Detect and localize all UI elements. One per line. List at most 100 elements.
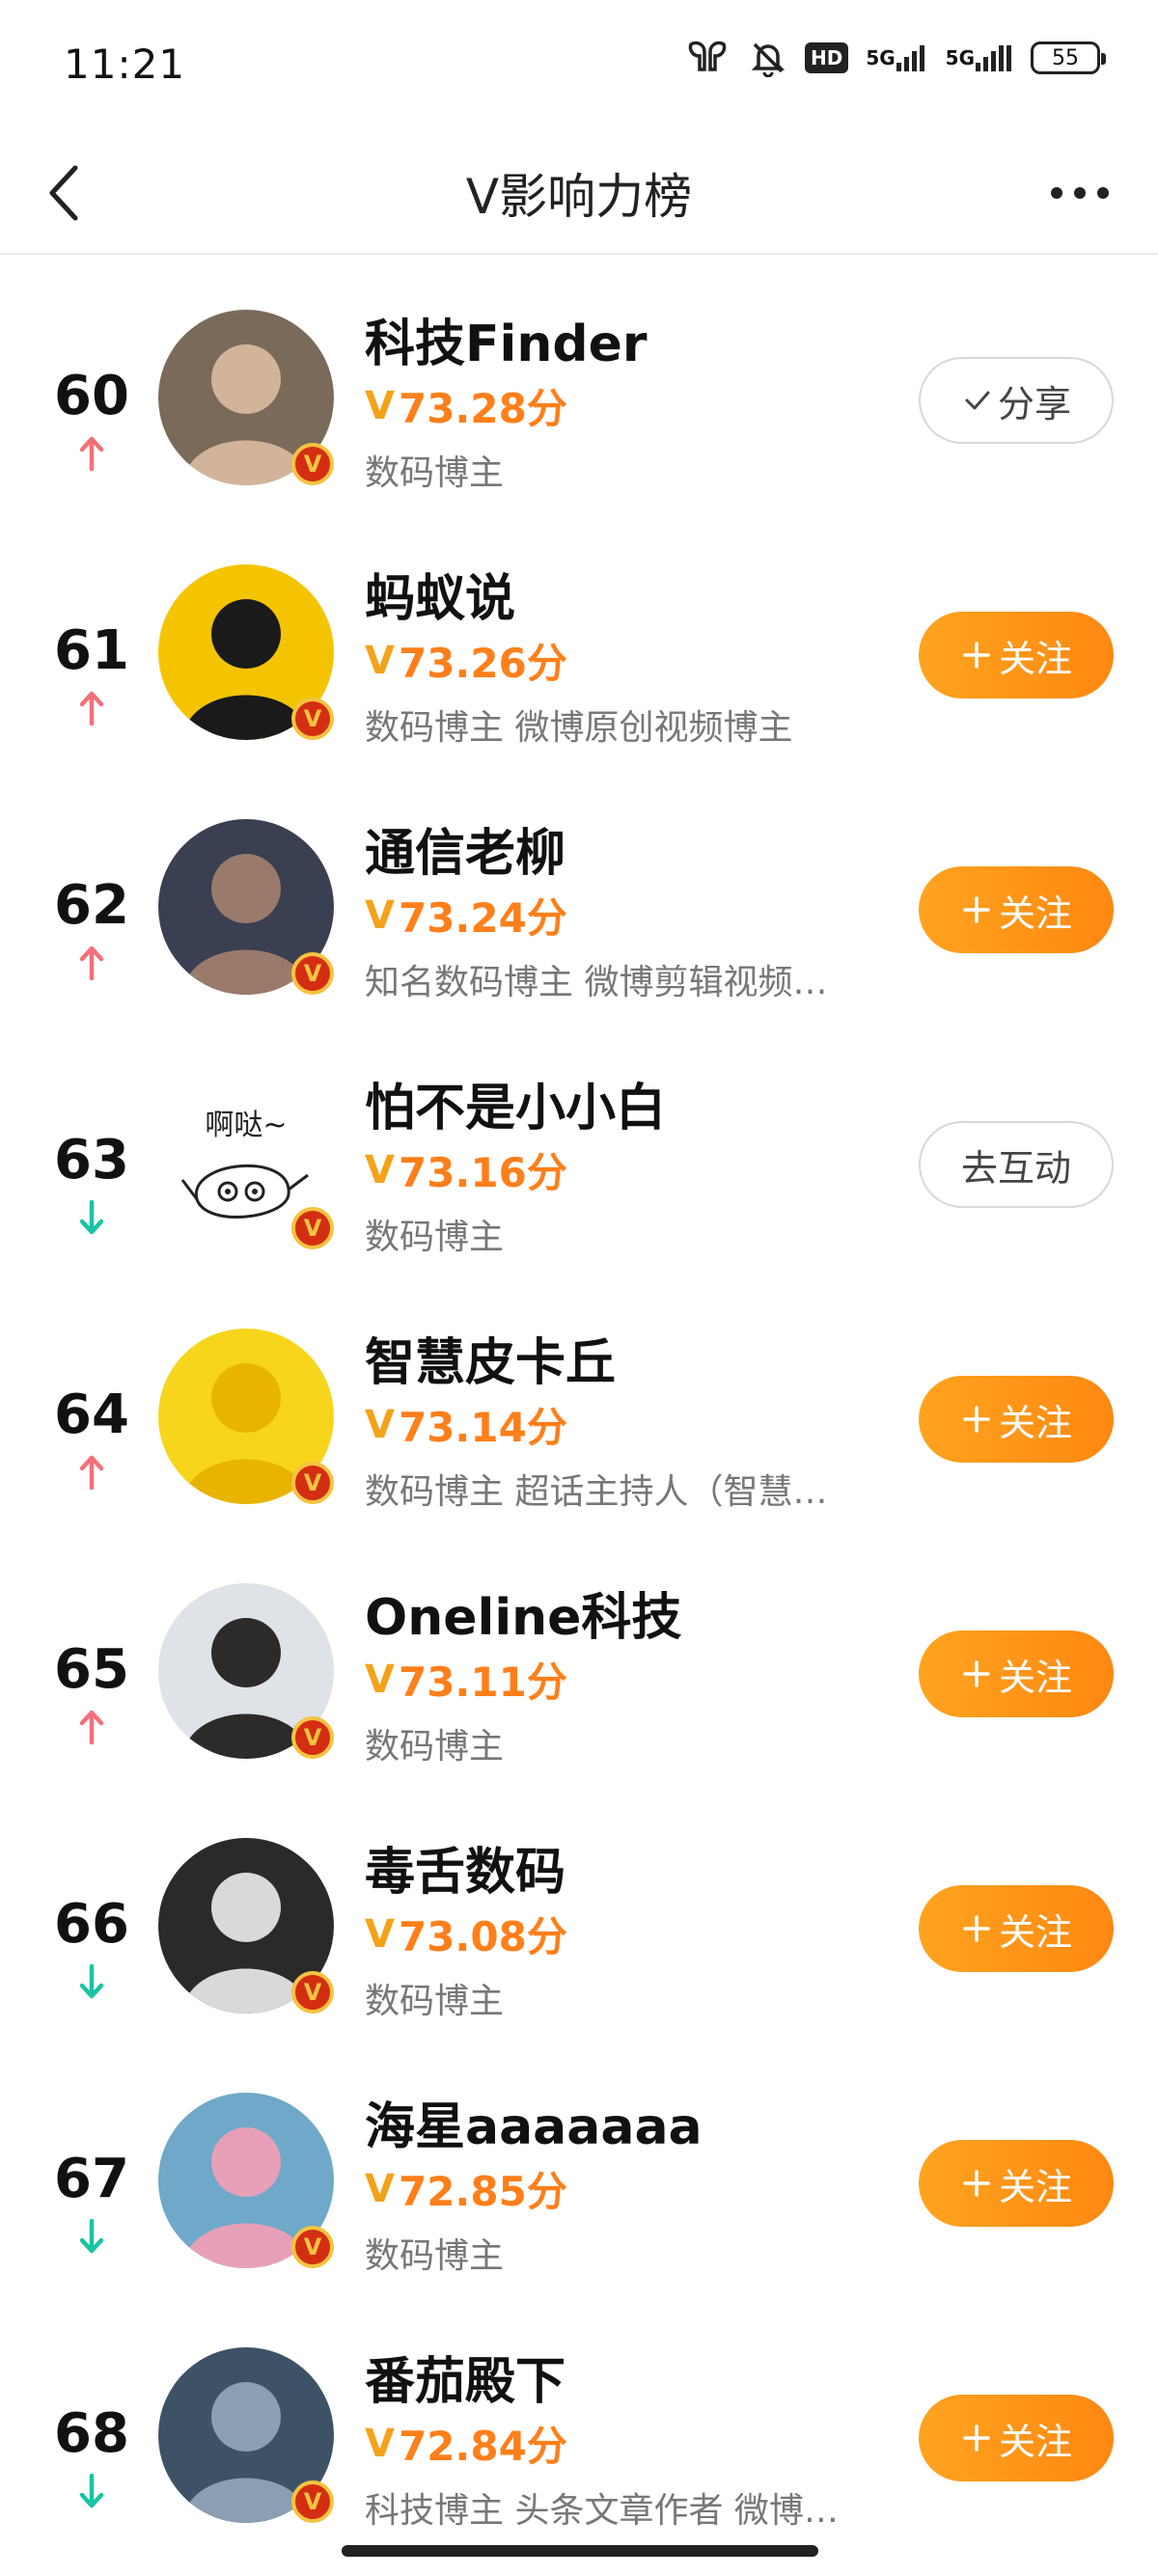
signal-5g-icon: 5G — [946, 43, 1013, 72]
user-name[interactable]: 番茄殿下 — [365, 2341, 565, 2413]
follow-button[interactable]: 关注 — [919, 1631, 1114, 1717]
user-name[interactable]: Oneline科技 — [365, 1576, 681, 1649]
rank-number: 68 — [54, 2402, 129, 2465]
battery-indicator: 55 — [1031, 41, 1106, 74]
v-score-icon: V — [365, 2421, 395, 2466]
list-item[interactable]: 65 V Oneline科技 V 73.11分 数码博主 关注 — [0, 1528, 1158, 1783]
avatar[interactable]: V — [158, 564, 334, 740]
user-name[interactable]: 科技Finder — [365, 303, 648, 375]
v-score-icon: V — [365, 638, 395, 683]
follow-button[interactable]: 关注 — [919, 866, 1114, 953]
status-bar: 11:21 HD 5G 5G 55 — [0, 0, 1158, 135]
trend-down-icon — [77, 1962, 106, 2001]
user-description: 数码博主 — [365, 2236, 505, 2276]
trend-up-icon — [77, 944, 106, 982]
verified-badge-icon: V — [291, 952, 334, 995]
list-item[interactable]: 60 V 科技Finder V 73.28分 数码博主 分享 — [0, 255, 1158, 509]
avatar[interactable]: V — [158, 310, 334, 485]
button-label: 关注 — [998, 1401, 1072, 1444]
button-label: 分享 — [997, 382, 1071, 425]
score-value: 72.85分 — [398, 2168, 567, 2215]
score-value: 73.11分 — [398, 1658, 567, 1706]
follow-button[interactable]: 关注 — [919, 2395, 1114, 2481]
bell-muted-icon — [749, 39, 787, 77]
list-item[interactable]: 64 V 智慧皮卡丘 V 73.14分 数码博主 超话主持人（智慧… 关注 — [0, 1274, 1158, 1528]
trend-down-icon — [77, 1198, 106, 1237]
verified-badge-icon: V — [291, 698, 334, 740]
trend-up-icon — [77, 1708, 106, 1746]
earbuds-icon — [683, 39, 731, 77]
avatar[interactable]: V — [158, 819, 334, 995]
follow-button[interactable]: 关注 — [919, 1376, 1114, 1463]
user-description: 数码博主 微博原创视频博主 — [365, 708, 793, 748]
influence-score: V 73.16分 — [365, 1140, 567, 1199]
avatar-caption: 啊哒~ — [205, 1109, 288, 1142]
button-label: 去互动 — [960, 1146, 1071, 1190]
verified-badge-icon: V — [291, 1207, 334, 1249]
interact-button[interactable]: 去互动 — [919, 1121, 1114, 1208]
user-description: 知名数码博主 微博剪辑视频… — [365, 963, 828, 1002]
list-item[interactable]: 62 V 通信老柳 V 73.24分 知名数码博主 微博剪辑视频… 关注 — [0, 764, 1158, 1019]
list-item[interactable]: 67 V 海星aaaaaaa V 72.85分 数码博主 关注 — [0, 2038, 1158, 2292]
score-value: 73.26分 — [398, 640, 567, 687]
page-title: V影响力榜 — [465, 169, 693, 225]
score-value: 73.28分 — [398, 385, 567, 432]
verified-badge-icon: V — [291, 2480, 334, 2523]
follow-button[interactable]: 关注 — [919, 1885, 1114, 1972]
rank-number: 65 — [54, 1638, 129, 1701]
user-description: 数码博主 超话主持人（智慧… — [365, 1472, 828, 1512]
user-name[interactable]: 通信老柳 — [365, 812, 565, 885]
button-label: 关注 — [998, 637, 1072, 680]
user-name[interactable]: 海星aaaaaaa — [365, 2086, 703, 2158]
user-name[interactable]: 毒舌数码 — [365, 1831, 565, 1904]
rank-number: 67 — [54, 2148, 129, 2210]
ranking-list: 60 V 科技Finder V 73.28分 数码博主 分享 61 V 蚂蚁说 … — [0, 255, 1158, 2547]
v-score-icon: V — [365, 383, 395, 428]
list-item[interactable]: 68 V 番茄殿下 V 72.84分 科技博主 头条文章作者 微博… 关注 — [0, 2292, 1158, 2547]
plus-icon — [963, 642, 990, 669]
v-score-icon: V — [365, 1911, 395, 1957]
v-score-icon: V — [365, 1147, 395, 1192]
list-item[interactable]: 61 V 蚂蚁说 V 73.26分 数码博主 微博原创视频博主 关注 — [0, 509, 1158, 764]
user-description: 数码博主 — [365, 453, 505, 493]
avatar[interactable]: V — [158, 2347, 334, 2523]
home-indicator[interactable] — [342, 2545, 818, 2557]
signal-5g-icon: 5G — [866, 43, 927, 72]
score-value: 73.16分 — [398, 1149, 567, 1196]
avatar[interactable]: V — [158, 2093, 334, 2268]
check-icon — [965, 391, 990, 410]
avatar[interactable]: V — [158, 1838, 334, 2014]
more-dot — [1074, 187, 1086, 199]
user-name[interactable]: 智慧皮卡丘 — [365, 1322, 616, 1394]
avatar[interactable]: V — [158, 1329, 334, 1504]
button-label: 关注 — [998, 2420, 1072, 2463]
plus-icon — [963, 1406, 990, 1433]
follow-button[interactable]: 关注 — [919, 2140, 1114, 2227]
follow-button[interactable]: 关注 — [919, 612, 1114, 699]
avatar[interactable]: V — [158, 1583, 334, 1759]
trend-up-icon — [77, 1453, 106, 1492]
influence-score: V 73.14分 — [365, 1395, 567, 1454]
user-description: 数码博主 — [365, 1982, 505, 2021]
list-item[interactable]: 63 啊哒~ V 怕不是小小白 V 73.16分 数码博主 去互动 — [0, 1019, 1158, 1274]
plus-icon — [963, 2170, 990, 2197]
more-button[interactable] — [1036, 164, 1123, 222]
influence-score: V 73.28分 — [365, 376, 567, 435]
avatar[interactable]: 啊哒~ V — [158, 1074, 334, 1249]
influence-score: V 73.08分 — [365, 1905, 567, 1963]
rank-number: 63 — [54, 1129, 129, 1192]
v-score-icon: V — [365, 892, 395, 938]
status-icons: HD 5G 5G 55 — [683, 39, 1106, 77]
influence-score: V 73.24分 — [365, 886, 567, 945]
influence-score: V 72.85分 — [365, 2159, 567, 2218]
user-name[interactable]: 蚂蚁说 — [365, 558, 515, 630]
score-value: 73.14分 — [398, 1404, 567, 1451]
trend-down-icon — [77, 2217, 106, 2256]
user-name[interactable]: 怕不是小小白 — [365, 1067, 666, 1139]
user-description: 数码博主 — [365, 1727, 505, 1767]
button-label: 关注 — [998, 1910, 1072, 1954]
influence-score: V 73.26分 — [365, 631, 567, 690]
share-button[interactable]: 分享 — [919, 357, 1114, 444]
list-item[interactable]: 66 V 毒舌数码 V 73.08分 数码博主 关注 — [0, 1783, 1158, 2038]
status-time: 11:21 — [64, 41, 186, 88]
